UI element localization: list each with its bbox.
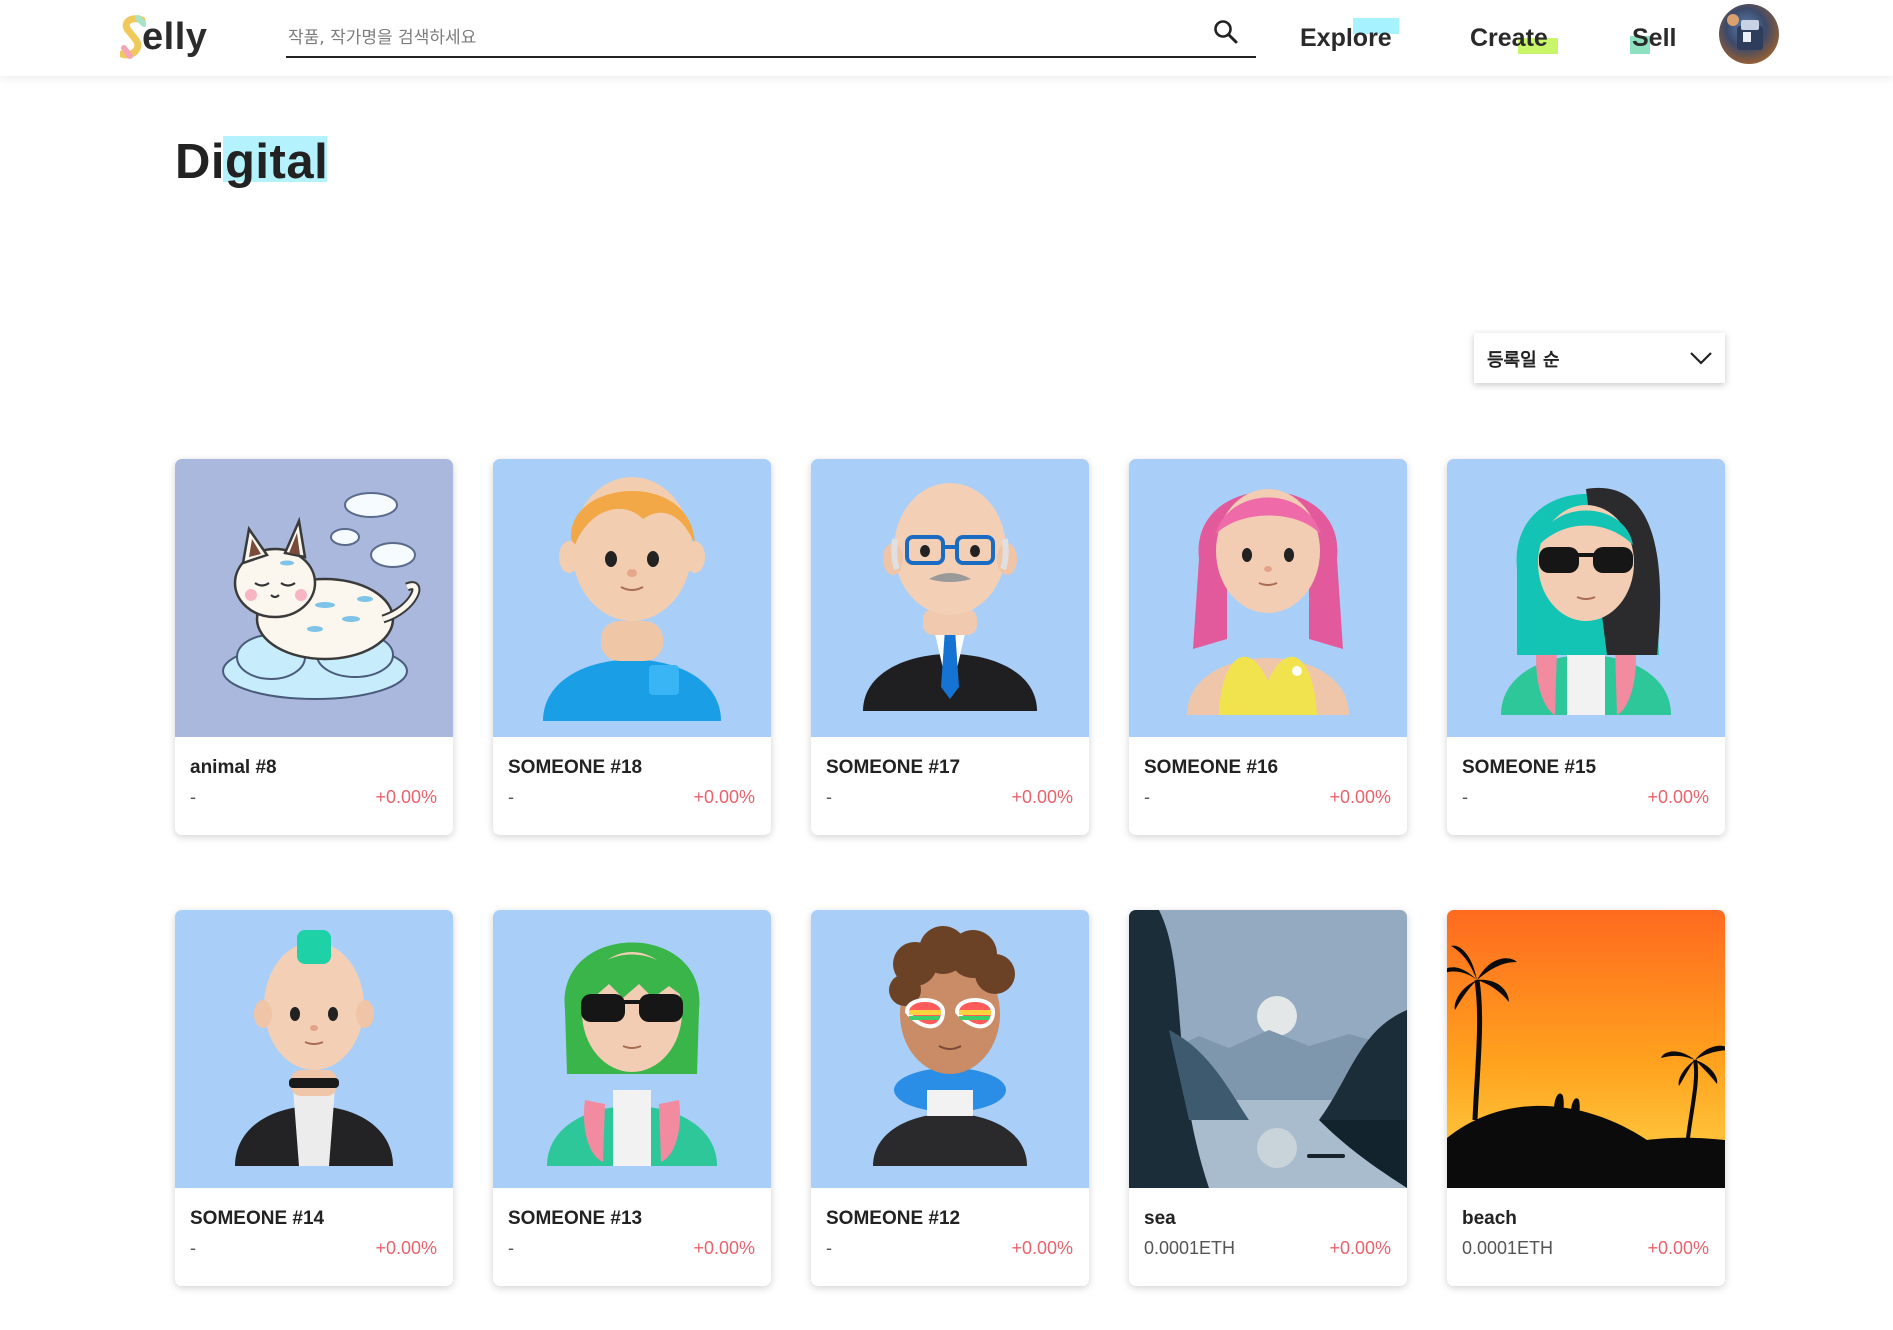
artwork-name: animal #8 bbox=[190, 757, 277, 778]
artwork-card[interactable]: SOMEONE #15 - +0.00% bbox=[1447, 459, 1725, 835]
artwork-price: - bbox=[190, 787, 196, 807]
brand-logo[interactable]: elly bbox=[120, 14, 220, 60]
page-title-text: Digital bbox=[175, 135, 329, 189]
avatar-pink-hair-image bbox=[1129, 459, 1407, 737]
artwork-thumbnail bbox=[811, 910, 1089, 1188]
artwork-change: +0.00% bbox=[693, 1238, 755, 1258]
artwork-price: - bbox=[508, 787, 514, 807]
nav-explore[interactable]: Explore bbox=[1300, 18, 1399, 58]
search-input[interactable] bbox=[288, 24, 1188, 52]
artwork-change: +0.00% bbox=[1329, 1238, 1391, 1258]
artwork-name: SOMEONE #18 bbox=[508, 757, 643, 778]
nav-sell-label: Sell bbox=[1632, 24, 1677, 52]
artwork-card[interactable]: SOMEONE #18 - +0.00% bbox=[493, 459, 771, 835]
artwork-thumbnail bbox=[175, 910, 453, 1188]
artwork-card[interactable]: SOMEONE #17 - +0.00% bbox=[811, 459, 1089, 835]
artwork-card[interactable]: SOMEONE #13 - +0.00% bbox=[493, 910, 771, 1286]
search-bar bbox=[286, 16, 1256, 58]
artwork-card[interactable]: SOMEONE #14 - +0.00% bbox=[175, 910, 453, 1286]
artwork-price: - bbox=[826, 1238, 832, 1258]
artwork-name: sea bbox=[1144, 1208, 1176, 1229]
nav-create-label: Create bbox=[1470, 24, 1548, 52]
avatar-curly-rainbow-glasses-image bbox=[811, 910, 1089, 1188]
chevron-down-icon bbox=[1690, 352, 1712, 365]
artwork-thumbnail bbox=[1447, 910, 1725, 1188]
sort-selected-label: 등록일 순 bbox=[1487, 350, 1560, 371]
avatar-green-hair-sunglasses-image bbox=[493, 910, 771, 1188]
search-icon[interactable] bbox=[1212, 18, 1240, 46]
artwork-thumbnail bbox=[175, 459, 453, 737]
cat-on-cloud-image bbox=[175, 459, 453, 737]
artwork-change: +0.00% bbox=[375, 1238, 437, 1258]
artwork-thumbnail bbox=[1447, 459, 1725, 737]
artwork-name: SOMEONE #17 bbox=[826, 757, 961, 778]
avatar-teal-hair-sunglasses-image bbox=[1447, 459, 1725, 737]
avatar-mohawk-image bbox=[175, 910, 453, 1188]
artwork-card[interactable]: SOMEONE #16 - +0.00% bbox=[1129, 459, 1407, 835]
artwork-card[interactable]: SOMEONE #12 - +0.00% bbox=[811, 910, 1089, 1286]
artwork-thumbnail bbox=[1129, 910, 1407, 1188]
page-title: Digital bbox=[175, 134, 328, 198]
sort-dropdown[interactable]: 등록일 순 bbox=[1474, 333, 1725, 383]
artwork-price: - bbox=[508, 1238, 514, 1258]
beach-sunset-image bbox=[1447, 910, 1725, 1188]
nav-sell[interactable]: Sell bbox=[1630, 18, 1677, 58]
artwork-change: +0.00% bbox=[1647, 1238, 1709, 1258]
artwork-change: +0.00% bbox=[693, 787, 755, 807]
artwork-card[interactable]: animal #8 - +0.00% bbox=[175, 459, 453, 835]
artwork-change: +0.00% bbox=[375, 787, 437, 807]
user-avatar[interactable] bbox=[1719, 4, 1779, 64]
sea-landscape-image bbox=[1129, 910, 1407, 1188]
top-navbar: elly Explore Create Sell bbox=[0, 0, 1893, 76]
artwork-thumbnail bbox=[493, 459, 771, 737]
artwork-price: - bbox=[826, 787, 832, 807]
artwork-name: SOMEONE #12 bbox=[826, 1208, 961, 1229]
avatar-image bbox=[1727, 14, 1763, 50]
logo-text: elly bbox=[142, 16, 208, 58]
artwork-price: - bbox=[1462, 787, 1468, 807]
artwork-name: SOMEONE #15 bbox=[1462, 757, 1597, 778]
artwork-price: 0.0001ETH bbox=[1462, 1238, 1554, 1258]
avatar-bald-glasses-image bbox=[811, 459, 1089, 737]
artwork-card[interactable]: beach 0.0001ETH +0.00% bbox=[1447, 910, 1725, 1286]
nav-explore-label: Explore bbox=[1300, 24, 1392, 52]
artwork-change: +0.00% bbox=[1647, 787, 1709, 807]
artwork-name: SOMEONE #14 bbox=[190, 1208, 325, 1229]
artwork-card[interactable]: sea 0.0001ETH +0.00% bbox=[1129, 910, 1407, 1286]
artwork-price: - bbox=[190, 1238, 196, 1258]
artwork-price: - bbox=[1144, 787, 1150, 807]
nav-create[interactable]: Create bbox=[1470, 18, 1558, 58]
artwork-thumbnail bbox=[1129, 459, 1407, 737]
artwork-change: +0.00% bbox=[1011, 1238, 1073, 1258]
artwork-name: SOMEONE #16 bbox=[1144, 757, 1279, 778]
avatar-orange-hair-image bbox=[493, 459, 771, 737]
artwork-change: +0.00% bbox=[1329, 787, 1391, 807]
artwork-price: 0.0001ETH bbox=[1144, 1238, 1236, 1258]
artwork-thumbnail bbox=[493, 910, 771, 1188]
artwork-thumbnail bbox=[811, 459, 1089, 737]
artwork-name: beach bbox=[1462, 1208, 1517, 1229]
artwork-name: SOMEONE #13 bbox=[508, 1208, 643, 1229]
artwork-change: +0.00% bbox=[1011, 787, 1073, 807]
